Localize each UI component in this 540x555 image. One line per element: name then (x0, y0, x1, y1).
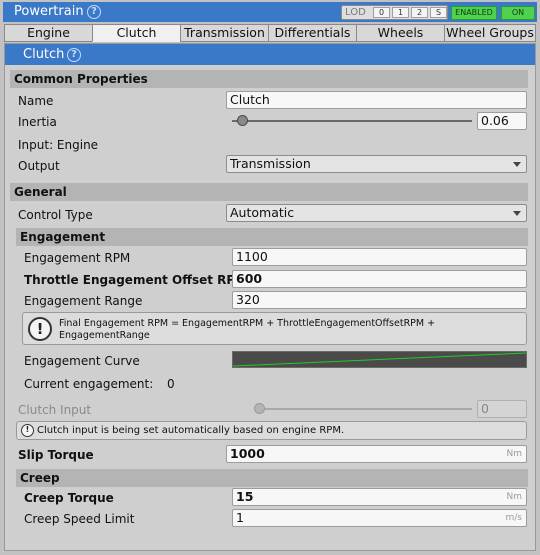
engagement-header: Engagement (16, 228, 528, 246)
control-type-selected: Automatic (230, 205, 295, 220)
enabled-toggle[interactable]: ENABLED (451, 6, 497, 20)
tab-wheel-groups[interactable]: Wheel Groups (444, 24, 536, 42)
lod-button-s[interactable]: S (430, 7, 447, 18)
engagement-curve-label: Engagement Curve (24, 354, 140, 368)
creep-torque-field[interactable]: 15 Nm (232, 488, 527, 506)
lod-button-2[interactable]: 2 (411, 7, 428, 18)
clutch-input-info-box: ! Clutch input is being set automaticall… (16, 421, 527, 440)
engagement-info-box: ! Final Engagement RPM = EngagementRPM +… (22, 312, 527, 345)
lod-selector: LOD 0 1 2 S (341, 5, 448, 20)
current-engagement-label: Current engagement: (24, 377, 154, 391)
creep-speed-field[interactable]: 1 m/s (232, 509, 527, 527)
current-engagement-value: 0 (167, 377, 175, 391)
throttle-offset-field[interactable]: 600 (232, 270, 527, 288)
common-properties-header: Common Properties (10, 70, 528, 88)
engagement-curve-graph[interactable] (232, 351, 527, 368)
info-icon: ! (21, 424, 34, 437)
output-dropdown[interactable]: Transmission (226, 155, 527, 173)
creep-torque-label: Creep Torque (24, 491, 114, 505)
creep-header: Creep (16, 469, 528, 487)
creep-speed-value: 1 (236, 510, 244, 525)
inertia-slider-handle[interactable] (236, 115, 248, 126)
clutch-input-label: Clutch Input (18, 403, 92, 417)
general-header: General (10, 183, 528, 201)
creep-torque-unit: Nm (506, 492, 523, 502)
panel-help-icon[interactable]: ? (67, 48, 81, 62)
slip-torque-value: 1000 (230, 446, 265, 461)
curve-svg (233, 352, 526, 367)
inertia-field[interactable]: 0.06 (477, 112, 527, 130)
engagement-range-label: Engagement Range (24, 294, 143, 308)
help-icon[interactable]: ? (87, 5, 101, 19)
slip-torque-label: Slip Torque (18, 448, 94, 462)
tab-transmission[interactable]: Transmission (180, 24, 269, 42)
engagement-range-field[interactable]: 320 (232, 291, 527, 309)
clutch-panel: Clutch ? Common Properties Name Clutch I… (4, 43, 536, 551)
input-label: Input: Engine (18, 138, 99, 152)
window-title: Powertrain (14, 4, 84, 19)
creep-speed-label: Creep Speed Limit (24, 512, 135, 526)
control-type-label: Control Type (18, 208, 93, 222)
info-line-1: Final Engagement RPM = EngagementRPM + T… (59, 318, 436, 329)
warning-icon: ! (28, 317, 52, 341)
on-toggle[interactable]: ON (501, 6, 535, 20)
clutch-input-info-text: Clutch input is being set automatically … (37, 425, 345, 436)
tab-differentials[interactable]: Differentials (268, 24, 357, 42)
tab-wheels[interactable]: Wheels (356, 24, 445, 42)
inertia-label: Inertia (18, 115, 57, 129)
tab-bar: Engine Clutch Transmission Differentials… (4, 24, 536, 42)
output-selected: Transmission (230, 156, 311, 171)
chevron-down-icon (513, 162, 521, 167)
name-label: Name (18, 94, 54, 108)
engagement-rpm-label: Engagement RPM (24, 251, 131, 265)
clutch-input-slider-track[interactable] (259, 408, 472, 410)
output-label: Output (18, 159, 60, 173)
creep-torque-value: 15 (236, 489, 254, 504)
name-field[interactable]: Clutch (226, 91, 527, 109)
slip-torque-field[interactable]: 1000 Nm (226, 445, 527, 463)
chevron-down-icon (513, 211, 521, 216)
lod-button-0[interactable]: 0 (373, 7, 390, 18)
tab-engine[interactable]: Engine (4, 24, 93, 42)
engagement-rpm-field[interactable]: 1100 (232, 248, 527, 266)
curve-line (233, 352, 526, 367)
lod-label: LOD (345, 7, 366, 18)
lod-button-1[interactable]: 1 (392, 7, 409, 18)
tab-clutch[interactable]: Clutch (92, 24, 181, 42)
clutch-input-slider-handle[interactable] (254, 403, 265, 414)
creep-speed-unit: m/s (505, 513, 523, 523)
inertia-slider-track[interactable] (232, 120, 472, 122)
clutch-input-field[interactable]: 0 (477, 400, 527, 418)
info-line-2: EngagementRange (59, 330, 150, 341)
control-type-dropdown[interactable]: Automatic (226, 204, 527, 222)
slip-torque-unit: Nm (506, 449, 523, 459)
title-bar: Powertrain ? LOD 0 1 2 S ENABLED ON (3, 2, 537, 22)
panel-title: Clutch (23, 47, 65, 62)
panel-header: Clutch ? (5, 44, 535, 65)
throttle-offset-label: Throttle Engagement Offset RPM (24, 273, 248, 287)
